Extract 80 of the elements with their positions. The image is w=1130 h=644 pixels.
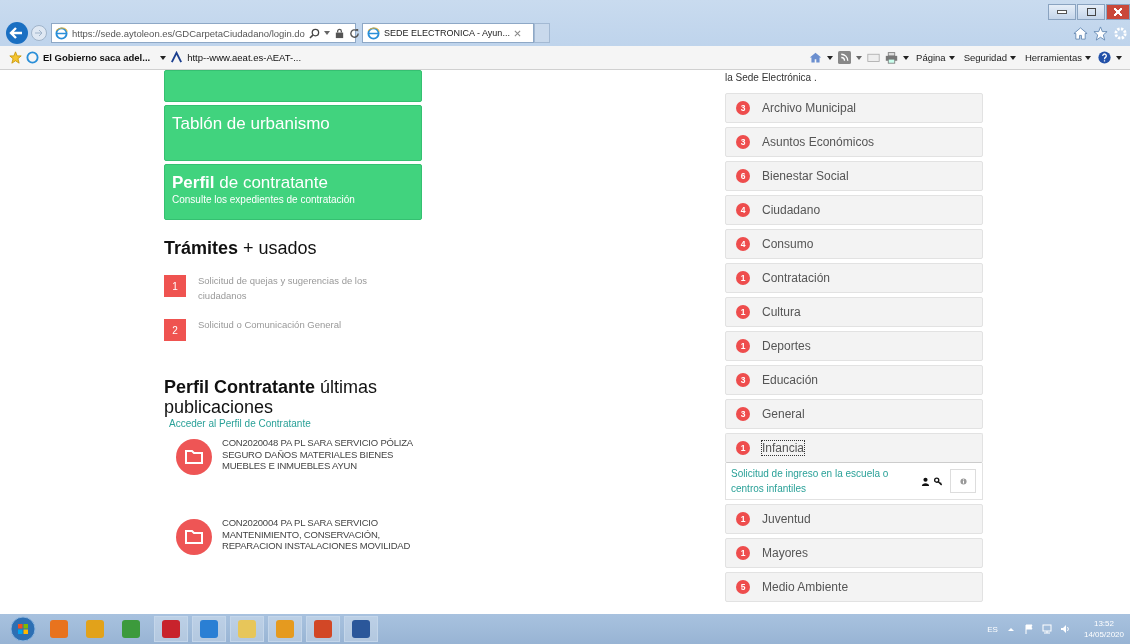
publication-link[interactable]: CON2020048 PA PL SARA SERVICIO PÓLIZA SEGURO DAÑOS MATERIALES BIENES MUEBLES E INMUEBLES AYUN (222, 437, 422, 472)
minimize-button[interactable] (1048, 4, 1076, 20)
forward-button[interactable] (31, 25, 47, 41)
taskbar-app-icon[interactable] (306, 616, 340, 642)
search-icon[interactable] (308, 27, 320, 39)
favorites-star-icon[interactable] (9, 51, 22, 64)
category-item[interactable]: 1 Cultura (725, 297, 983, 327)
category-item[interactable]: 6 Bienestar Social (725, 161, 983, 191)
menu-button[interactable]: Seguridad (963, 52, 1016, 63)
section-heading: Trámites + usados (164, 238, 318, 259)
start-button[interactable] (10, 616, 36, 642)
restore-button[interactable] (1077, 4, 1105, 20)
folder-icon (176, 439, 212, 475)
caret-icon[interactable] (160, 55, 167, 60)
category-item[interactable]: 3 Asuntos Económicos (725, 127, 983, 157)
star-icon[interactable] (1093, 25, 1108, 41)
category-item[interactable]: 1 Infancia (725, 433, 983, 463)
url-text: https://sede.aytoleon.es/GDCarpetaCiudadano/login.do (72, 27, 305, 39)
category-item[interactable]: 3 Archivo Municipal (725, 93, 983, 123)
caret-icon[interactable] (1116, 55, 1122, 60)
browser-tab[interactable]: SEDE ELECTRONICA - Ayun... (362, 23, 534, 43)
caret-icon[interactable] (827, 55, 834, 60)
taskbar-app-icon[interactable] (192, 616, 226, 642)
count-badge: 1 (736, 512, 750, 526)
section-heading: Perfil Contratante últimas publicaciones (164, 377, 379, 417)
category-item[interactable]: 1 Contratación (725, 263, 983, 293)
site-icon (170, 51, 184, 64)
category-item[interactable]: 5 Medio Ambiente (725, 572, 983, 602)
speaker-icon[interactable] (1059, 624, 1070, 634)
taskbar-app-icon[interactable] (344, 616, 378, 642)
tile-subtitle: Consulte los expedientes de contratación (172, 194, 356, 205)
intro-text: la Sede Electrónica . (725, 72, 818, 83)
tab-title: SEDE ELECTRONICA - Ayun... (384, 28, 510, 38)
count-badge: 3 (736, 373, 750, 387)
count-badge: 1 (736, 339, 750, 353)
tile-title: Tablón de urbanismo (172, 114, 331, 134)
count-badge: 4 (736, 237, 750, 251)
count-badge: 1 (736, 546, 750, 560)
caret-icon[interactable] (903, 55, 910, 60)
count-badge: 1 (736, 441, 750, 455)
info-icon (959, 477, 967, 485)
count-badge: 5 (736, 580, 750, 594)
tile-title: Perfil de contratante (172, 173, 329, 193)
count-badge: 1 (736, 271, 750, 285)
favorite-link[interactable]: El Gobierno saca adel... (43, 52, 151, 63)
count-badge: 3 (736, 135, 750, 149)
category-item[interactable]: 1 Juventud (725, 504, 983, 534)
taskbar-app-icon[interactable] (154, 616, 188, 642)
category-item[interactable]: 1 Deportes (725, 331, 983, 361)
count-badge: 3 (736, 101, 750, 115)
flag-icon[interactable] (1023, 624, 1034, 634)
refresh-icon[interactable] (348, 27, 360, 39)
menu-button[interactable]: Herramientas (1024, 52, 1091, 63)
home-icon[interactable] (1073, 25, 1088, 41)
address-field[interactable]: https://sede.aytoleon.es/GDCarpetaCiudadano/login.do (51, 23, 356, 43)
category-item[interactable]: 4 Consumo (725, 229, 983, 259)
lock-icon (333, 27, 345, 39)
number-badge: 2 (164, 319, 186, 341)
count-badge: 4 (736, 203, 750, 217)
menu-button[interactable]: Página (916, 52, 955, 63)
back-button[interactable] (6, 22, 28, 44)
network-icon[interactable] (1041, 624, 1052, 634)
info-button[interactable] (950, 469, 976, 493)
help-icon[interactable] (1098, 51, 1111, 64)
category-item[interactable]: 3 Educación (725, 365, 983, 395)
count-badge: 3 (736, 407, 750, 421)
category-item[interactable]: 3 General (725, 399, 983, 429)
category-item[interactable]: 1 Mayores (725, 538, 983, 568)
number-badge: 1 (164, 275, 186, 297)
close-button[interactable] (1106, 4, 1130, 20)
publication-link[interactable]: CON2020004 PA PL SARA SERVICIO MANTENIMIENTO, CONSERVACIÓN, REPARACION INSTALACIONES MOVILIDAD (222, 517, 422, 552)
person-icon (921, 476, 930, 486)
close-tab-icon[interactable] (513, 29, 521, 37)
folder-icon (176, 519, 212, 555)
category-item[interactable]: 4 Ciudadano (725, 195, 983, 225)
key-icon (934, 476, 943, 486)
favorite-link[interactable]: http--www.aeat.es-AEAT-... (187, 52, 302, 63)
count-badge: 1 (736, 305, 750, 319)
printer-icon[interactable] (885, 51, 899, 64)
count-badge: 6 (736, 169, 750, 183)
